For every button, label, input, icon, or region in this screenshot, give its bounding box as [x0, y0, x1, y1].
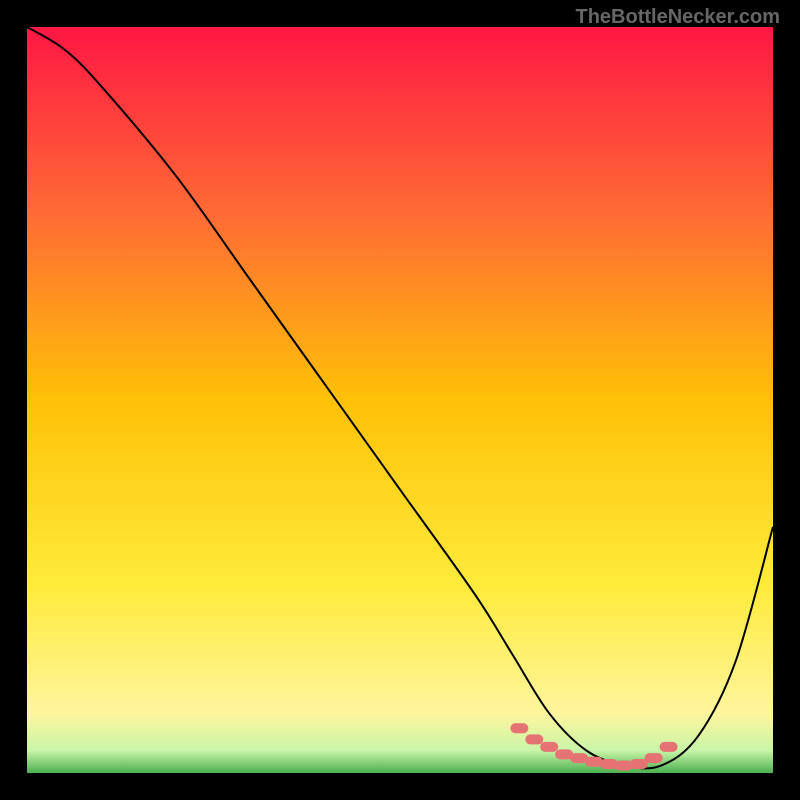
gradient-background — [27, 27, 773, 773]
chart-plot-area — [27, 27, 773, 773]
highlight-marker — [510, 723, 528, 733]
highlight-marker — [630, 759, 648, 769]
highlight-marker — [540, 742, 558, 752]
highlight-marker — [645, 753, 663, 763]
highlight-marker — [660, 742, 678, 752]
watermark-text: TheBottleNecker.com — [575, 6, 780, 29]
highlight-marker — [525, 734, 543, 744]
chart-svg — [27, 27, 773, 773]
